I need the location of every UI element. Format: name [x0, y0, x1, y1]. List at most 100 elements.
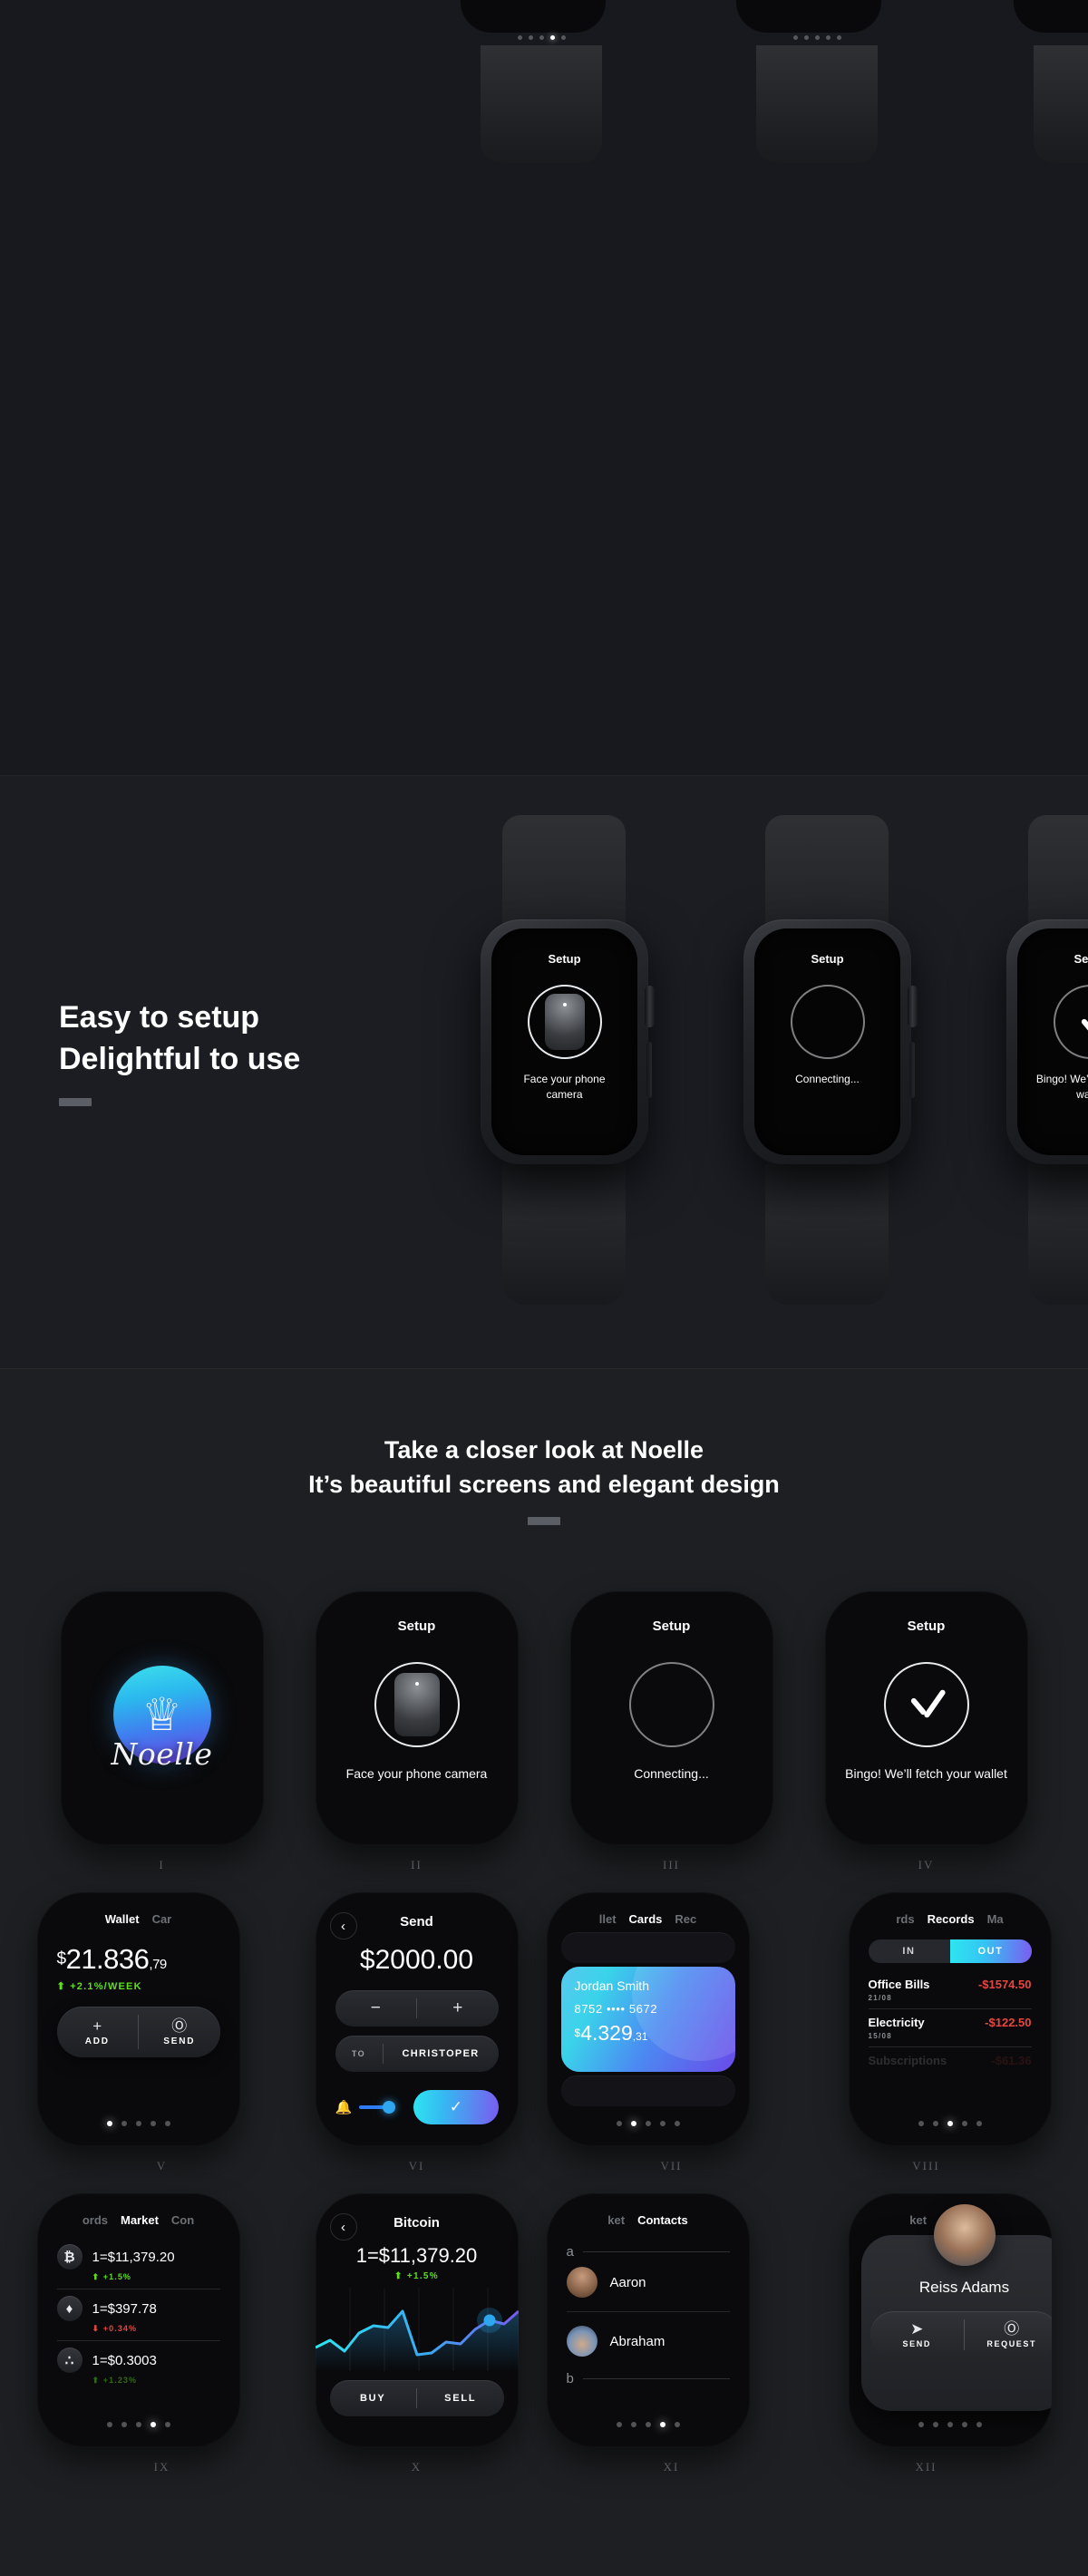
headline-line-2: Delightful to use	[59, 1041, 301, 1076]
table-row[interactable]: ∴ 1=$0.3003 ⬆ +1.23%	[56, 2348, 220, 2386]
add-button[interactable]: + ADD	[57, 2007, 139, 2057]
profile-panel: Reiss Adams ➤ SEND Ⓞ REQUEST	[860, 2204, 1052, 2411]
divider	[868, 2008, 1032, 2009]
bell-icon[interactable]: 🔔	[335, 2099, 353, 2115]
setup-title: Setup	[548, 952, 581, 966]
send-button[interactable]: Ⓞ SEND	[139, 2007, 220, 2057]
market-change-value: +1.23%	[102, 2376, 138, 2385]
screen-numeral: X	[411, 2460, 423, 2474]
nav-right-label[interactable]: Car	[152, 1912, 172, 1926]
request-button[interactable]: Ⓞ REQUEST	[965, 2311, 1052, 2358]
top-watch-3	[1014, 0, 1088, 163]
record-name: Subscriptions	[868, 2054, 947, 2067]
screen-numeral: III	[663, 1858, 680, 1871]
profile-actions[interactable]: ➤ SEND Ⓞ REQUEST	[869, 2311, 1052, 2358]
page-dots[interactable]	[547, 2121, 750, 2126]
page-dots[interactable]	[547, 2422, 750, 2427]
send-button[interactable]: ➤ SEND	[870, 2311, 965, 2358]
arrow-up-icon: ⬆	[92, 2272, 101, 2281]
nav-left-label[interactable]: ket	[607, 2213, 625, 2227]
decrement-button[interactable]: −	[335, 1990, 417, 2027]
nav-right-label[interactable]: Ma	[987, 1912, 1004, 1926]
list-item[interactable]: Abraham	[566, 2318, 730, 2364]
accent-rule	[59, 1098, 92, 1107]
screen-card-send[interactable]: ‹ Send $2000.00 − + TO CHRISTOPER 🔔 ✓	[315, 1892, 519, 2146]
empty-ring-icon	[790, 985, 865, 1059]
digital-crown-icon	[645, 985, 655, 1027]
screen-card-market[interactable]: ords Market Con ₿ 1=$11,379.20 ⬆ +1.5% ♦…	[36, 2193, 240, 2447]
nav-left-label[interactable]: llet	[599, 1912, 617, 1926]
setup-caption: Bingo! We’ll fetch your wallet	[1035, 1073, 1088, 1101]
request-label: REQUEST	[986, 2339, 1037, 2348]
page-dots[interactable]	[849, 2422, 1052, 2427]
bitcoin-price: 1=$11,379.20	[355, 2244, 478, 2267]
table-row[interactable]: ₿ 1=$11,379.20 ⬆ +1.5%	[56, 2244, 220, 2282]
table-row[interactable]: ♦ 1=$397.78 ⬇ +0.34%	[56, 2296, 220, 2334]
contact-name: Aaron	[609, 2274, 646, 2290]
setup-caption: Face your phone camera	[345, 1766, 488, 1781]
screen-card-records[interactable]: rds Records Ma IN OUT Office Bills -$157…	[848, 1892, 1052, 2146]
segment-in[interactable]: IN	[869, 1939, 950, 1963]
screen-card-bitcoin[interactable]: ‹ Bitcoin 1=$11,379.20 ⬆ +1.5% BUY SELL	[315, 2193, 519, 2447]
setup-watch-2-screen: Setup Connecting...	[754, 928, 900, 1155]
alpha-header: a	[567, 2244, 730, 2260]
table-row[interactable]: Office Bills -$1574.50 21/08	[869, 1978, 1032, 2002]
segment-out[interactable]: OUT	[949, 1939, 1032, 1963]
setup-watch-2: Setup Connecting...	[743, 815, 918, 1305]
balance-main: 21.836	[65, 1943, 150, 1975]
nav-right-label[interactable]: Rec	[675, 1912, 696, 1926]
page-dots[interactable]	[37, 2121, 240, 2126]
nav-right-label[interactable]: Con	[171, 2213, 194, 2227]
screen-cell-iii: Setup Connecting... III	[557, 1591, 787, 1872]
screen-card-profile[interactable]: ket Contacts Reiss Adams ➤ SEND	[848, 2193, 1052, 2447]
check-icon	[1053, 985, 1088, 1059]
setup-watch-3: Setup Bingo! We’ll fetch your wallet	[1006, 815, 1088, 1305]
bitcoin-change: ⬆ +1.5%	[316, 2271, 519, 2281]
sell-button[interactable]: SELL	[417, 2380, 504, 2416]
amount-stepper[interactable]: − +	[335, 1990, 499, 2027]
setup-caption: Bingo! We’ll fetch your wallet	[845, 1766, 1007, 1781]
arrow-up-icon: ⬆	[394, 2271, 403, 2281]
nav-left-label[interactable]: rds	[896, 1912, 914, 1926]
screen-cell-v: Wallet Car $21.836,79 ⬆ +2.1%/WEEK + ADD…	[36, 1892, 277, 2173]
grid-row-1: ♕ Noelle I Setup Face your phone camera …	[0, 1591, 1088, 1872]
alpha-letter: a	[566, 2244, 574, 2260]
ripple-icon: ∴	[56, 2348, 83, 2373]
watch-navbar: Wallet Car	[57, 1912, 220, 1926]
table-row[interactable]: Electricity -$122.50 15/08	[869, 2016, 1032, 2040]
record-date: 15/08	[868, 2032, 893, 2040]
screen-card-wallet[interactable]: Wallet Car $21.836,79 ⬆ +2.1%/WEEK + ADD…	[36, 1892, 240, 2146]
buy-sell-control[interactable]: BUY SELL	[329, 2380, 504, 2416]
recipient-field[interactable]: TO CHRISTOPER	[335, 2036, 499, 2072]
wallet-actions[interactable]: + ADD Ⓞ SEND	[56, 2007, 220, 2057]
card-number: 8752 •••• 5672	[574, 2002, 658, 2016]
notify-slider[interactable]	[359, 2101, 396, 2114]
buy-button[interactable]: BUY	[330, 2380, 417, 2416]
screen-card-contacts[interactable]: ket Contacts a Aaron Abraham b	[546, 2193, 750, 2447]
screens-grid: ♕ Noelle I Setup Face your phone camera …	[0, 1591, 1088, 2494]
screen-card-splash[interactable]: ♕ Noelle	[60, 1591, 264, 1845]
credit-card[interactable]: Jordan Smith 8752 •••• 5672 $4.329,31	[560, 1967, 735, 2072]
contact-name: Abraham	[609, 2333, 665, 2349]
screen-cell-x: ‹ Bitcoin 1=$11,379.20 ⬆ +1.5% BUY SELL …	[302, 2193, 532, 2474]
screen-card-bingo[interactable]: Setup Bingo! We’ll fetch your wallet	[824, 1591, 1028, 1845]
in-out-segment[interactable]: IN OUT	[868, 1939, 1032, 1963]
table-row[interactable]: Subscriptions -$61.36	[869, 2054, 1032, 2067]
increment-button[interactable]: +	[417, 1990, 499, 2027]
send-amount[interactable]: $2000.00	[316, 1945, 519, 1976]
screen-card-cards[interactable]: llet Cards Rec Jordan Smith 8752 •••• 56…	[546, 1892, 750, 2146]
screen-card-connecting[interactable]: Setup Connecting...	[569, 1591, 773, 1845]
screen-cell-vi: ‹ Send $2000.00 − + TO CHRISTOPER 🔔 ✓ VI	[302, 1892, 532, 2173]
grid-row-3: ords Market Con ₿ 1=$11,379.20 ⬆ +1.5% ♦…	[0, 2193, 1088, 2474]
nav-left-label[interactable]: ket	[909, 2213, 927, 2227]
setup-title: Setup	[652, 1619, 691, 1634]
screen-numeral: XI	[663, 2460, 680, 2474]
market-change-value: +0.34%	[102, 2324, 138, 2333]
page-dots[interactable]	[37, 2422, 240, 2427]
nav-left-label[interactable]: ords	[83, 2213, 108, 2227]
alpha-letter: b	[566, 2371, 574, 2386]
page-dots[interactable]	[849, 2121, 1052, 2126]
list-item[interactable]: Aaron	[566, 2260, 730, 2305]
screen-card-setup-camera[interactable]: Setup Face your phone camera	[315, 1591, 519, 1845]
confirm-button[interactable]: ✓	[413, 2090, 499, 2124]
